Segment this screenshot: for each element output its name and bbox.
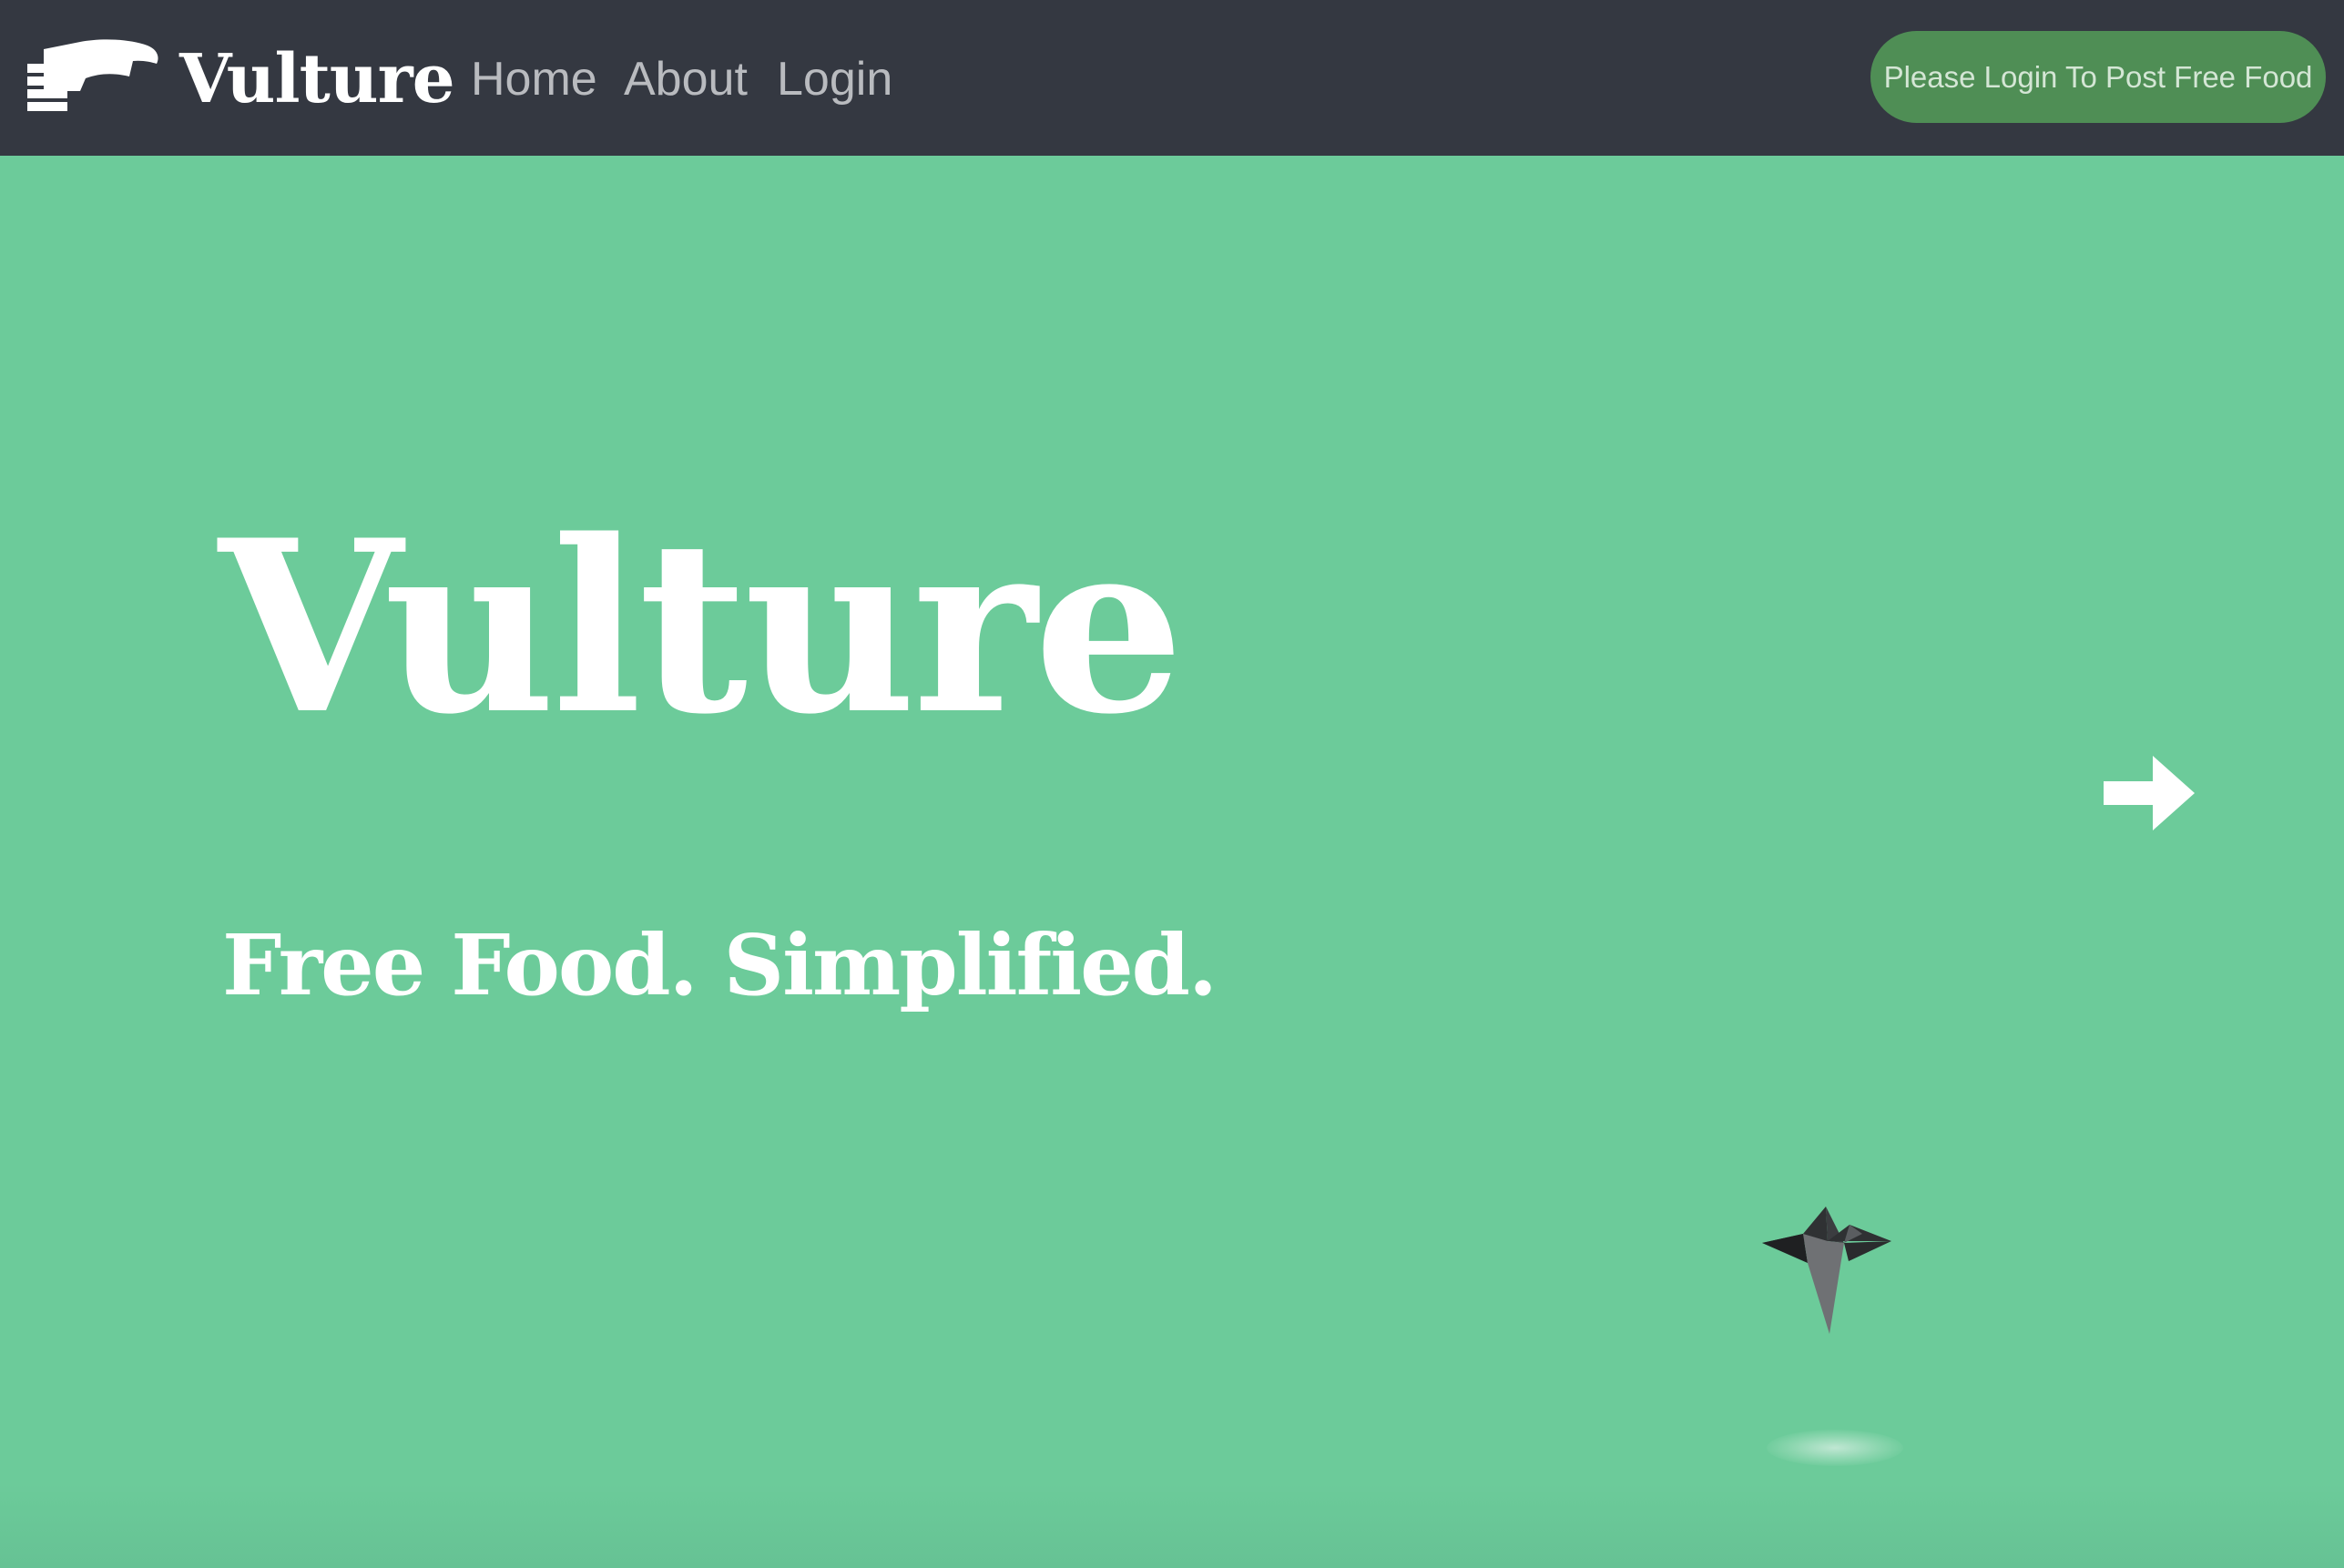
nav-home-link[interactable]: Home xyxy=(471,49,597,109)
hero-subtitle: Free Food. Simplified. xyxy=(222,916,1218,1014)
brand-name[interactable]: Vulture xyxy=(179,40,455,118)
hero-section xyxy=(0,156,2344,1568)
origami-bird-icon xyxy=(1762,1207,1891,1334)
top-navbar: Vulture Home About Login Please Login To… xyxy=(0,0,2344,156)
nav-about-link[interactable]: About xyxy=(624,49,748,109)
right-arrow-icon[interactable] xyxy=(2104,756,2195,830)
nav-login-link[interactable]: Login xyxy=(777,49,892,109)
bird-shadow xyxy=(1767,1430,1903,1466)
login-to-post-button[interactable]: Please Login To Post Free Food xyxy=(1870,31,2326,123)
hero-title: Vulture xyxy=(219,489,1184,767)
vulture-logo-icon[interactable] xyxy=(27,36,159,118)
